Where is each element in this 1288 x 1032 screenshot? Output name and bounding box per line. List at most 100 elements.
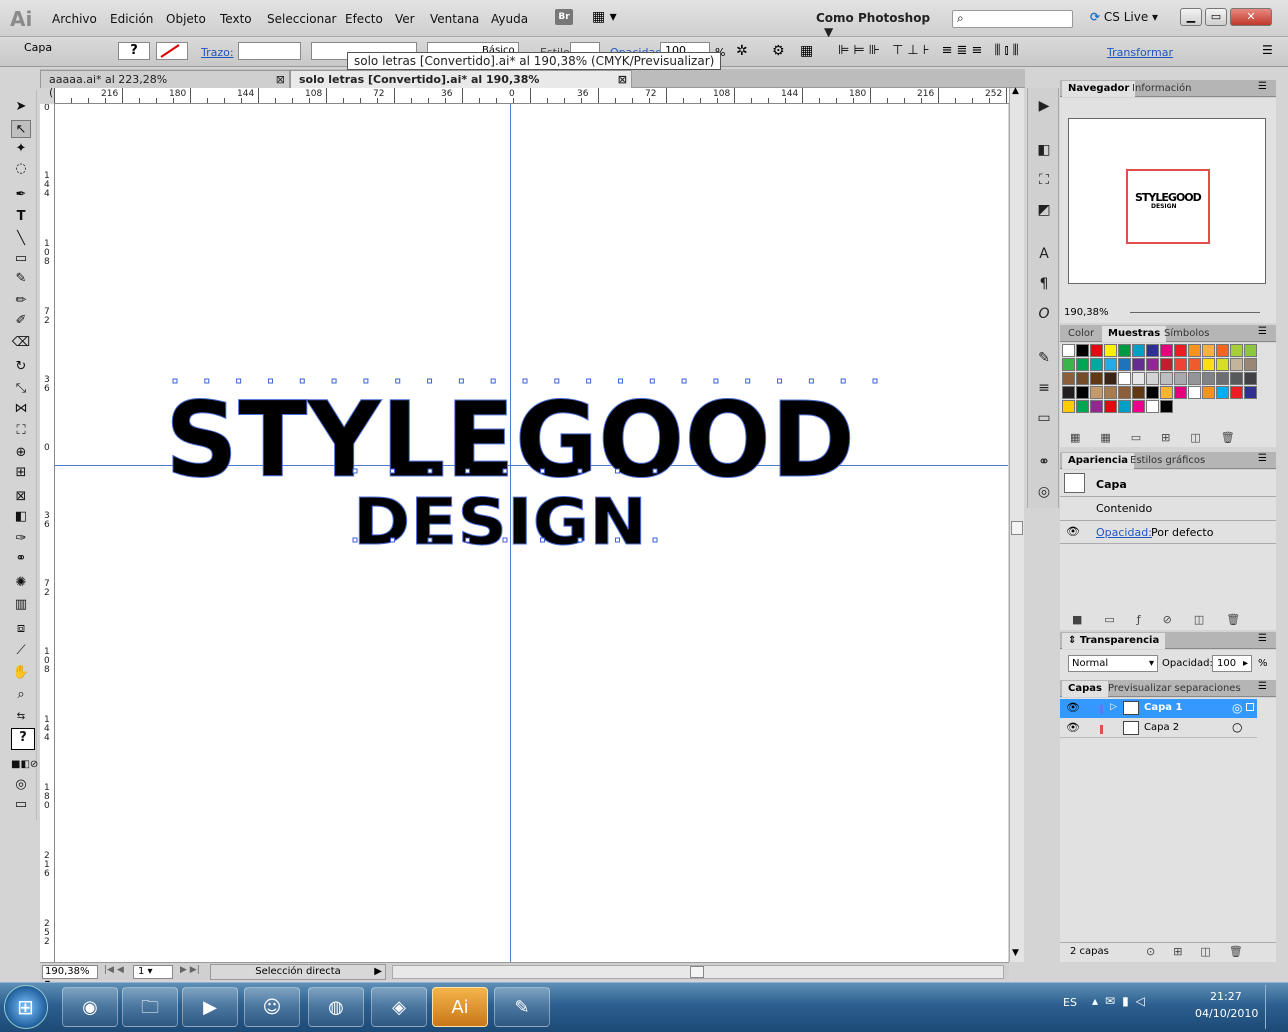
- artboard-number-input[interactable]: 1 ▾: [133, 965, 173, 979]
- appearance-content[interactable]: Contenido: [1096, 502, 1152, 515]
- color-swatch[interactable]: [1188, 372, 1201, 385]
- anchor-point[interactable]: [577, 468, 583, 474]
- maximize-button[interactable]: ▭: [1205, 8, 1227, 26]
- anchor-point[interactable]: [427, 378, 433, 384]
- color-swatch[interactable]: [1104, 372, 1117, 385]
- color-swatch[interactable]: [1076, 386, 1089, 399]
- artboards-icon[interactable]: ⛶: [1034, 170, 1054, 190]
- color-swatch[interactable]: [1160, 400, 1173, 413]
- color-swatch[interactable]: [1090, 386, 1103, 399]
- anchor-point[interactable]: [777, 378, 783, 384]
- stroke-weight-input[interactable]: [238, 42, 301, 60]
- magic-wand-tool-icon[interactable]: ✦: [11, 140, 31, 158]
- color-swatch[interactable]: [1146, 400, 1159, 413]
- color-swatch[interactable]: [1132, 372, 1145, 385]
- eraser-tool-icon[interactable]: ⌫: [11, 334, 31, 352]
- color-swatch[interactable]: [1104, 358, 1117, 371]
- tab-aaaaa[interactable]: aaaaa.ai* al 223,28% (CMYK/Previsualizar…: [40, 70, 290, 99]
- type-tool-icon[interactable]: T: [11, 208, 31, 226]
- zoom-tool-icon[interactable]: ⌕: [11, 686, 31, 704]
- color-swatch[interactable]: [1146, 358, 1159, 371]
- recolor-icon[interactable]: ✲: [736, 43, 748, 59]
- expand-triangle-icon[interactable]: ▷: [1110, 702, 1117, 712]
- menu-ventana[interactable]: Ventana: [430, 12, 479, 26]
- lasso-tool-icon[interactable]: ◌: [11, 160, 31, 178]
- anchor-point[interactable]: [652, 537, 658, 543]
- color-swatch[interactable]: [1174, 372, 1187, 385]
- anchor-point[interactable]: [502, 468, 508, 474]
- vertical-scrollbar[interactable]: ▲ ▼: [1009, 86, 1024, 962]
- anchor-point[interactable]: [390, 537, 395, 543]
- gradient-tool-icon[interactable]: ◧: [11, 508, 31, 526]
- anchor-point[interactable]: [652, 468, 658, 474]
- anchor-point[interactable]: [713, 378, 719, 384]
- color-swatch[interactable]: [1230, 386, 1243, 399]
- color-swatch[interactable]: [1104, 344, 1117, 357]
- color-swatch[interactable]: [1174, 358, 1187, 371]
- anchor-point[interactable]: [204, 378, 210, 384]
- anchor-point[interactable]: [615, 468, 620, 474]
- color-swatch[interactable]: [1160, 344, 1173, 357]
- color-swatch[interactable]: [1244, 344, 1257, 357]
- anchor-point[interactable]: [577, 537, 583, 543]
- messenger-taskbar-button[interactable]: ☺: [244, 987, 300, 1027]
- align-buttons[interactable]: ⊫⊨⊪ ⊤⊥⊦ ≡≣≡ ⫼⫾⫼: [838, 43, 1023, 58]
- appearance-footer-buttons[interactable]: ■▭ƒ⊘◫🗑: [1072, 613, 1262, 626]
- swap-fill-stroke-icon[interactable]: ⇆: [11, 708, 31, 726]
- menu-edicion[interactable]: Edición: [110, 12, 153, 26]
- artboard-tool-icon[interactable]: ⧈: [11, 620, 31, 638]
- browser-taskbar-button[interactable]: ◍: [308, 987, 364, 1027]
- help-search-input[interactable]: ⌕: [952, 10, 1073, 28]
- explorer-taskbar-button[interactable]: 🗀: [122, 987, 178, 1027]
- media-player-taskbar-button[interactable]: ▶: [182, 987, 238, 1027]
- blend-tool-icon[interactable]: ⚭: [11, 550, 31, 568]
- zoom-field[interactable]: 190,38% ▾: [42, 965, 98, 989]
- color-swatch[interactable]: [1174, 386, 1187, 399]
- illustrator-taskbar-button[interactable]: Ai: [432, 987, 488, 1027]
- anchor-point[interactable]: [172, 378, 178, 384]
- tab-simbolos[interactable]: Símbolos: [1158, 326, 1215, 342]
- layers-panel-icon[interactable]: ◧: [1034, 140, 1054, 160]
- anchor-point[interactable]: [649, 378, 655, 384]
- gradient-panel-icon[interactable]: ▭: [1034, 408, 1054, 428]
- appearance-menu-icon[interactable]: ☰: [1258, 453, 1267, 464]
- color-swatch[interactable]: [1188, 344, 1201, 357]
- color-swatch[interactable]: [1216, 386, 1229, 399]
- direct-selection-tool-icon[interactable]: ↖: [11, 120, 31, 138]
- selection-tool-icon[interactable]: ➤: [11, 98, 31, 116]
- color-swatch[interactable]: [1146, 344, 1159, 357]
- mesh-tool-icon[interactable]: ⊠: [11, 488, 31, 506]
- paint-taskbar-button[interactable]: ✎: [494, 987, 550, 1027]
- anchor-point[interactable]: [236, 378, 242, 384]
- color-swatch[interactable]: [1118, 386, 1131, 399]
- navigator-thumbnail[interactable]: STYLEGOOD DESIGN: [1068, 118, 1266, 284]
- target-circle-icon[interactable]: ○: [1232, 720, 1242, 734]
- color-swatch[interactable]: [1090, 344, 1103, 357]
- anchor-point[interactable]: [681, 378, 687, 384]
- anchor-point[interactable]: [299, 378, 305, 384]
- character-icon[interactable]: A: [1034, 244, 1054, 264]
- color-swatch[interactable]: [1118, 372, 1131, 385]
- close-button[interactable]: ✕: [1230, 8, 1272, 26]
- tray-icons[interactable]: ▴✉▮◁: [1092, 994, 1152, 1008]
- color-swatch[interactable]: [1160, 358, 1173, 371]
- color-swatch[interactable]: [1188, 358, 1201, 371]
- blob-brush-tool-icon[interactable]: ✐: [11, 312, 31, 330]
- anchor-point[interactable]: [615, 537, 620, 543]
- blend-mode-select[interactable]: Normal ▾: [1068, 655, 1158, 672]
- pathfinder-icon[interactable]: ◩: [1034, 200, 1054, 220]
- tab-transparencia[interactable]: ⇕ Transparencia: [1062, 633, 1166, 649]
- hscroll-thumb[interactable]: [690, 966, 704, 978]
- color-swatch[interactable]: [1244, 372, 1257, 385]
- shape-builder-tool-icon[interactable]: ⊕: [11, 444, 31, 462]
- menu-efecto[interactable]: Efecto: [345, 12, 383, 26]
- color-swatch[interactable]: [1188, 386, 1201, 399]
- color-swatch[interactable]: [1104, 400, 1117, 413]
- start-button[interactable]: ⊞: [4, 985, 48, 1029]
- cs-live-menu[interactable]: ⟳ CS Live ▾: [1090, 10, 1158, 24]
- anchor-point[interactable]: [363, 378, 369, 384]
- color-swatch[interactable]: [1076, 400, 1089, 413]
- anchor-point[interactable]: [465, 468, 470, 474]
- color-swatch[interactable]: [1076, 372, 1089, 385]
- color-swatch[interactable]: [1202, 344, 1215, 357]
